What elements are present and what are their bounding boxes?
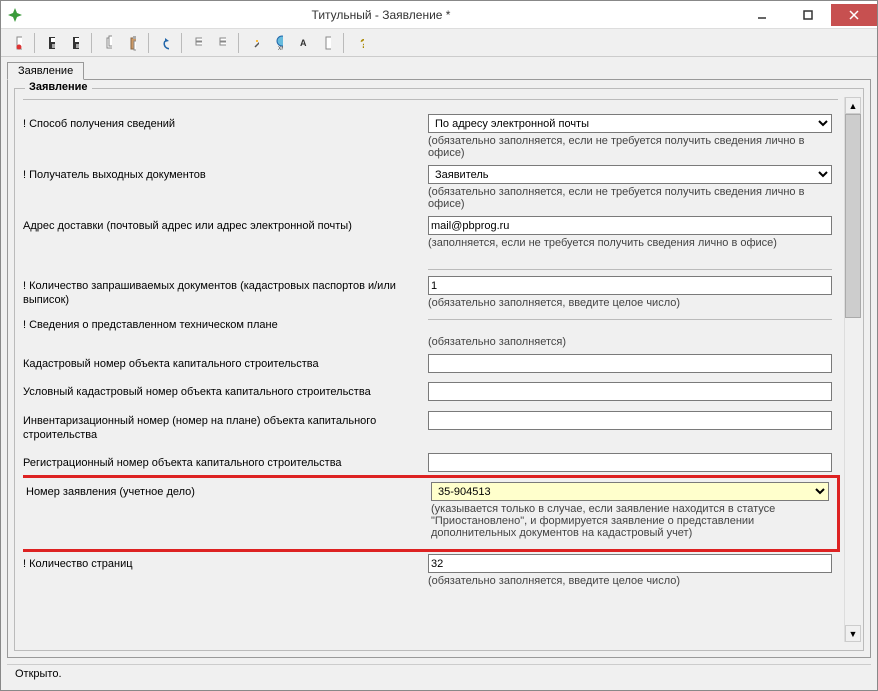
undo-icon[interactable] (154, 32, 176, 54)
fieldset-legend: Заявление (25, 81, 92, 93)
svg-text:?: ? (360, 36, 364, 51)
app-icon (7, 7, 23, 23)
svg-text:Авс: Авс (300, 38, 307, 48)
tab-application[interactable]: Заявление (7, 62, 84, 80)
method-label: ! Способ получения сведений (23, 114, 428, 134)
recipient-select[interactable]: Заявитель (428, 165, 832, 184)
tabstrip: Заявление (7, 61, 871, 79)
highlighted-section: Номер заявления (учетное дело) 35-904513… (23, 475, 840, 552)
condcadnum-label: Условный кадастровый номер объекта капит… (23, 382, 428, 402)
pagecount-hint: (обязательно заполняется, введите целое … (428, 573, 832, 591)
copy-icon[interactable] (97, 32, 119, 54)
techplan-hint: (обязательно заполняется) (428, 334, 832, 352)
close-button[interactable] (831, 4, 877, 26)
address-label: Адрес доставки (почтовый адрес или адрес… (23, 216, 428, 236)
method-hint: (обязательно заполняется, если не требуе… (428, 133, 832, 163)
edit-doc-icon[interactable] (316, 32, 338, 54)
status-text: Открыто. (15, 668, 62, 680)
content-area: Заявление Заявление ! Способ получения с… (1, 57, 877, 690)
toolbar: XML Авс ? (1, 29, 877, 57)
doccount-input[interactable] (428, 276, 832, 295)
doccount-label: ! Количество запрашиваемых документов (к… (23, 276, 428, 311)
spellcheck-icon[interactable]: Авс (292, 32, 314, 54)
new-doc-icon[interactable] (7, 32, 29, 54)
condcadnum-input[interactable] (428, 382, 832, 401)
xml-icon[interactable]: XML (268, 32, 290, 54)
save-as-icon[interactable] (64, 32, 86, 54)
regnum-label: Регистрационный номер объекта капитально… (23, 453, 428, 473)
save-icon[interactable] (40, 32, 62, 54)
status-bar: Открыто. (7, 664, 871, 686)
appnum-hint: (указывается только в случае, если заявл… (431, 501, 829, 543)
wand-icon[interactable] (244, 32, 266, 54)
titlebar: Титульный - Заявление * (1, 1, 877, 29)
invnum-input[interactable] (428, 411, 832, 430)
scroll-thumb[interactable] (845, 114, 861, 318)
help-icon[interactable]: ? (349, 32, 371, 54)
recipient-label: ! Получатель выходных документов (23, 165, 428, 185)
scroll-track[interactable] (845, 114, 861, 625)
address-hint: (заполняется, если не требуется получить… (428, 235, 832, 253)
svg-text:XML: XML (278, 46, 283, 51)
delete-row-icon[interactable] (211, 32, 233, 54)
scroll-down-icon[interactable]: ▼ (845, 625, 861, 642)
window-buttons (739, 4, 877, 26)
tab-panel: Заявление ! Способ получения сведений По… (7, 79, 871, 658)
vertical-scrollbar[interactable]: ▲ ▼ (844, 97, 861, 642)
invnum-label: Инвентаризационный номер (номер на плане… (23, 411, 428, 446)
cadnum-input[interactable] (428, 354, 832, 373)
window-title: Титульный - Заявление * (23, 8, 739, 22)
pagecount-label: ! Количество страниц (23, 554, 428, 574)
cadnum-label: Кадастровый номер объекта капитального с… (23, 354, 428, 374)
pagecount-input[interactable] (428, 554, 832, 573)
add-row-icon[interactable] (187, 32, 209, 54)
doccount-hint: (обязательно заполняется, введите целое … (428, 295, 832, 313)
app-window: Титульный - Заявление * XML Авс (0, 0, 878, 691)
form-fieldset: Заявление ! Способ получения сведений По… (14, 88, 864, 651)
address-input[interactable] (428, 216, 832, 235)
paste-icon[interactable] (121, 32, 143, 54)
maximize-button[interactable] (785, 4, 831, 26)
form-body: ! Способ получения сведений По адресу эл… (23, 97, 844, 642)
appnum-select[interactable]: 35-904513 (431, 482, 829, 501)
minimize-button[interactable] (739, 4, 785, 26)
techplan-label: ! Сведения о представленном техническом … (23, 315, 428, 335)
scroll-up-icon[interactable]: ▲ (845, 97, 861, 114)
recipient-hint: (обязательно заполняется, если не требуе… (428, 184, 832, 214)
method-select[interactable]: По адресу электронной почты (428, 114, 832, 133)
regnum-input[interactable] (428, 453, 832, 472)
appnum-label: Номер заявления (учетное дело) (26, 482, 431, 502)
